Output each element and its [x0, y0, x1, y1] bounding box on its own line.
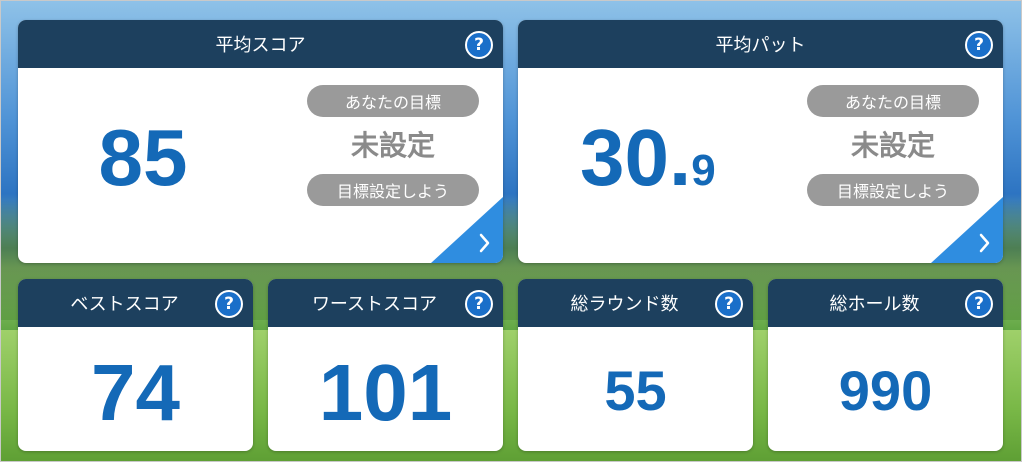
avg-putt-header: 平均パット ? [518, 20, 1003, 68]
question-circle-icon[interactable]: ? [965, 31, 993, 59]
avg-score-detail-link[interactable] [431, 197, 503, 263]
best-score-title: ベストスコア [70, 294, 179, 315]
avg-putt-goal-status: 未設定 [850, 129, 935, 162]
avg-putt-value: 30.9 [580, 118, 760, 198]
avg-score-goal-label: あなたの目標 [307, 85, 479, 117]
avg-putt-card: 平均パット ? 30.9 あなたの目標 未設定 目標設定しよう [518, 20, 1003, 263]
avg-putt-title: 平均パット [715, 35, 806, 56]
best-score-value: 74 [91, 348, 180, 437]
worst-score-card: ワーストスコア ? 101 [268, 279, 503, 451]
question-circle-icon[interactable]: ? [465, 290, 493, 318]
total-holes-card: 総ホール数 ? 990 [768, 279, 1003, 451]
total-holes-header: 総ホール数 ? [768, 279, 1003, 327]
total-rounds-card: 総ラウンド数 ? 55 [518, 279, 753, 451]
avg-putt-value-integer: 30. [580, 113, 692, 202]
avg-score-value: 85 [98, 113, 188, 202]
total-rounds-title: 総ラウンド数 [570, 294, 679, 315]
avg-score-goal-status: 未設定 [350, 129, 435, 162]
avg-score-header: 平均スコア ? [18, 20, 503, 68]
avg-putt-goal-label: あなたの目標 [807, 85, 979, 117]
avg-putt-detail-link[interactable] [931, 197, 1003, 263]
worst-score-value: 101 [318, 348, 453, 437]
total-holes-value: 990 [838, 359, 933, 422]
avg-score-card: 平均スコア ? 85 あなたの目標 未設定 目標設定しよう [18, 20, 503, 263]
total-rounds-header: 総ラウンド数 ? [518, 279, 753, 327]
chevron-right-icon [431, 197, 503, 263]
question-circle-icon[interactable]: ? [715, 290, 743, 318]
avg-putt-value-decimal: 9 [691, 146, 716, 195]
total-holes-title: 総ホール数 [829, 294, 920, 315]
worst-score-header: ワーストスコア ? [268, 279, 503, 327]
worst-score-title: ワーストスコア [311, 294, 438, 315]
avg-score-title: 平均スコア [215, 35, 306, 56]
question-circle-icon[interactable]: ? [215, 290, 243, 318]
total-rounds-value: 55 [604, 359, 667, 422]
best-score-header: ベストスコア ? [18, 279, 253, 327]
question-circle-icon[interactable]: ? [965, 290, 993, 318]
best-score-card: ベストスコア ? 74 [18, 279, 253, 451]
chevron-right-icon [931, 197, 1003, 263]
question-circle-icon[interactable]: ? [465, 31, 493, 59]
